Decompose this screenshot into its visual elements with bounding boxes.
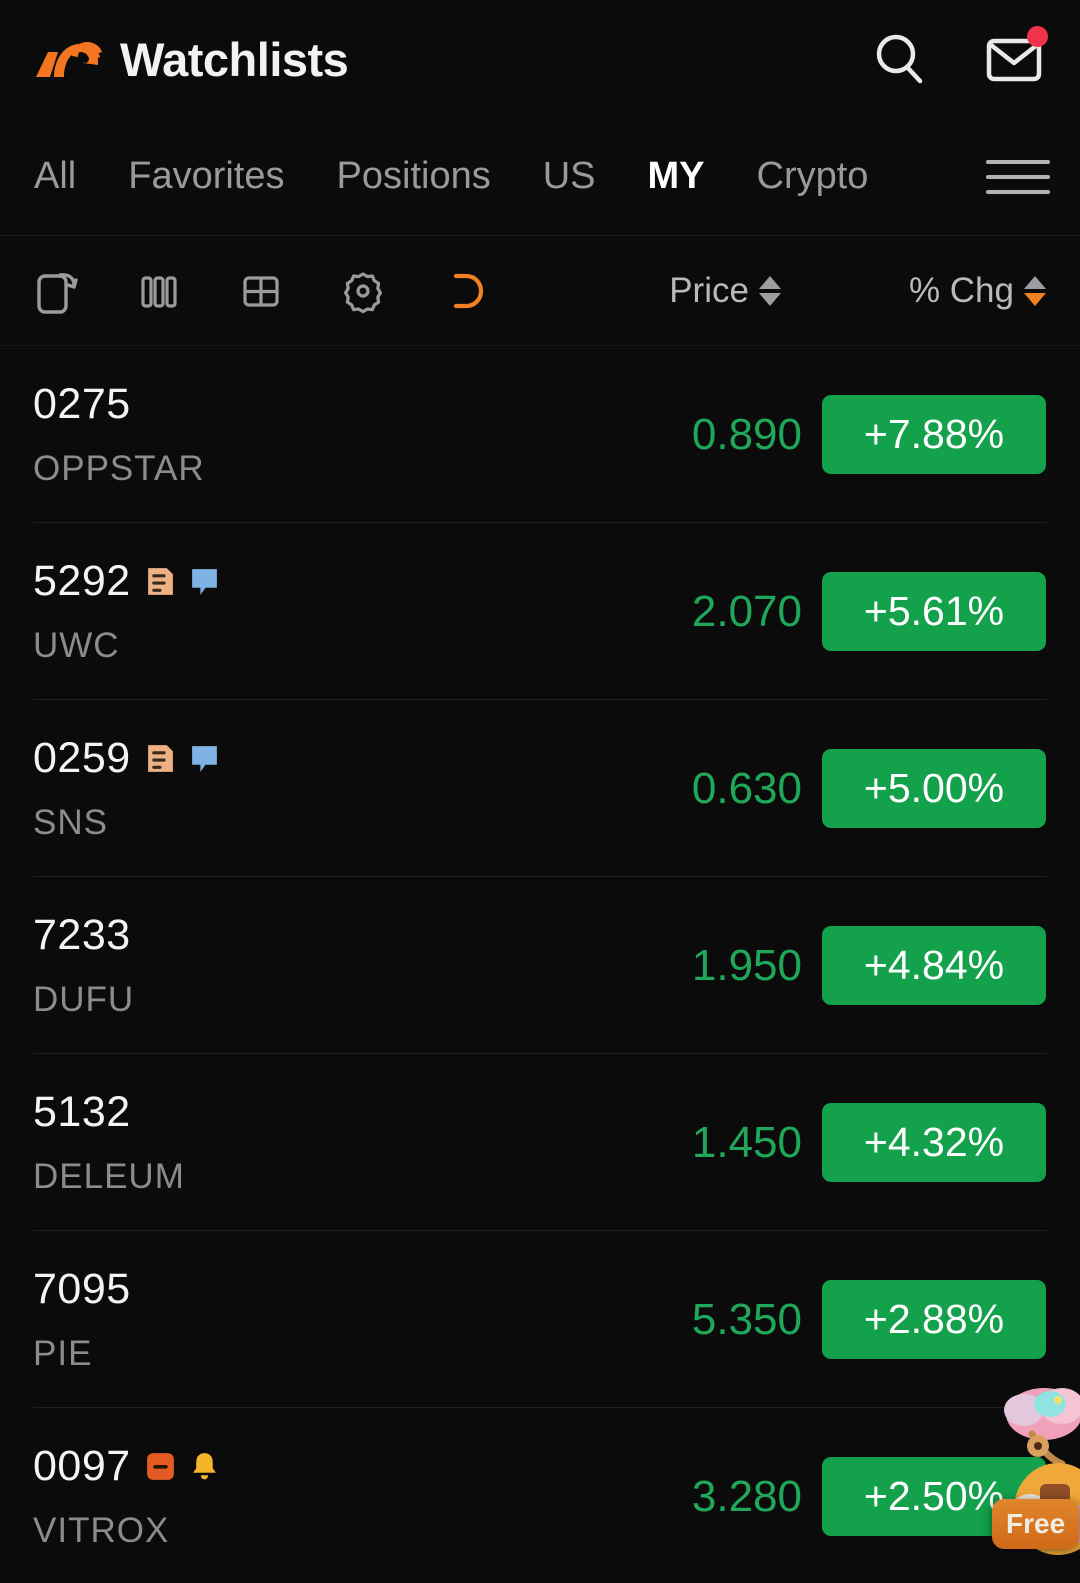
symbol-badges — [144, 742, 221, 775]
symbol-code: 0259 — [33, 734, 131, 782]
undo-refresh-icon[interactable] — [438, 264, 492, 318]
tab-label: US — [542, 155, 596, 197]
quote-cell: 2.070 +5.61% — [642, 572, 1046, 651]
sort-pct-chg[interactable]: % Chg — [909, 271, 1046, 311]
tab-label: Positions — [336, 155, 491, 197]
speech-bubble-icon — [191, 746, 217, 772]
tab-label: Favorites — [128, 155, 285, 197]
symbol-cell: 0275 OPPSTAR — [33, 380, 205, 489]
sort-arrows-icon — [758, 275, 781, 306]
quote-cell: 1.450 +4.32% — [642, 1103, 1046, 1182]
header-actions — [868, 26, 1048, 91]
percent-change-badge: +2.88% — [822, 1280, 1046, 1359]
moomoo-bull-logo — [28, 27, 106, 91]
list-toolbar: Price % Chg — [0, 236, 1080, 346]
symbol-cell: 0097 VITROX — [33, 1442, 221, 1551]
tab-label: MY — [647, 155, 705, 197]
sort-price[interactable]: Price — [669, 271, 781, 311]
speech-bubble-icon — [191, 569, 217, 595]
rotate-screen-icon[interactable] — [30, 264, 84, 318]
table-row[interactable]: 5292 UWC 2.070 +5.61% — [0, 523, 1080, 700]
symbol-badges — [144, 565, 221, 598]
price-value: 3.280 — [691, 1471, 802, 1521]
symbol-cell: 0259 SNS — [33, 734, 221, 843]
table-row[interactable]: 0097 VITROX 3.280 +2.50% — [0, 1408, 1080, 1583]
quote-cell: 3.280 +2.50% — [642, 1457, 1046, 1536]
symbol-name: DELEUM — [33, 1157, 185, 1196]
mail-unread-badge — [1027, 26, 1048, 47]
table-row[interactable]: 0275 OPPSTAR 0.890 +7.88% — [0, 346, 1080, 523]
percent-change-badge: +2.50% — [822, 1457, 1046, 1536]
price-value: 1.450 — [691, 1117, 802, 1167]
price-value: 2.070 — [691, 586, 802, 636]
page-title: Watchlists — [120, 32, 349, 86]
symbol-code: 0275 — [33, 380, 131, 428]
sort-arrows-icon — [1024, 275, 1046, 306]
symbol-code: 7095 — [33, 1265, 131, 1313]
tab-us[interactable]: US — [517, 118, 622, 235]
tab-crypto[interactable]: Crypto — [731, 118, 895, 235]
note-icon — [147, 745, 173, 772]
symbol-cell: 5132 DELEUM — [33, 1088, 185, 1197]
quote-cell: 5.350 +2.88% — [642, 1280, 1046, 1359]
mail-icon[interactable] — [982, 26, 1048, 91]
symbol-badges — [144, 1450, 221, 1483]
tab-label: Crypto — [756, 155, 869, 197]
settings-gear-icon[interactable] — [336, 264, 390, 318]
table-row[interactable]: 5132 DELEUM 1.450 +4.32% — [0, 1054, 1080, 1231]
symbol-cell: 5292 UWC — [33, 557, 221, 666]
symbol-name: SNS — [33, 803, 108, 842]
sort-price-label: Price — [669, 270, 749, 310]
quote-cell: 1.950 +4.84% — [642, 926, 1046, 1005]
symbol-code: 7233 — [33, 911, 131, 959]
watchlists-screen: Watchlists All Favorites Positions US MY… — [0, 0, 1080, 1583]
tab-all[interactable]: All — [30, 118, 102, 235]
price-value: 0.890 — [691, 409, 802, 459]
percent-change-badge: +4.32% — [822, 1103, 1046, 1182]
price-value: 5.350 — [691, 1294, 802, 1344]
symbol-cell: 7233 DUFU — [33, 911, 134, 1020]
tab-my[interactable]: MY — [622, 118, 731, 235]
quote-cell: 0.890 +7.88% — [642, 395, 1046, 474]
table-row[interactable]: 7233 DUFU 1.950 +4.84% — [0, 877, 1080, 1054]
search-icon[interactable] — [868, 27, 932, 91]
note-icon — [147, 568, 173, 595]
symbol-code: 5292 — [33, 557, 131, 605]
hamburger-menu-icon[interactable] — [986, 145, 1050, 209]
symbol-name: UWC — [33, 626, 120, 665]
grid-view-icon[interactable] — [234, 264, 288, 318]
tab-favorites[interactable]: Favorites — [102, 118, 310, 235]
sort-controls: Price % Chg — [669, 271, 1046, 311]
tab-label: All — [34, 155, 77, 197]
symbol-name: DUFU — [33, 980, 135, 1019]
percent-change-badge: +7.88% — [822, 395, 1046, 474]
symbol-name: OPPSTAR — [33, 449, 205, 488]
table-row[interactable]: 7095 PIE 5.350 +2.88% — [0, 1231, 1080, 1408]
symbol-cell: 7095 PIE — [33, 1265, 131, 1374]
symbol-code: 5132 — [33, 1088, 131, 1136]
table-row[interactable]: 0259 SNS 0.630 +5.00% — [0, 700, 1080, 877]
percent-change-badge: +5.61% — [822, 572, 1046, 651]
minus-square-icon — [146, 1453, 174, 1480]
toolbar-icons — [30, 264, 492, 318]
columns-view-icon[interactable] — [132, 264, 186, 318]
bell-icon — [192, 1453, 216, 1480]
watchlist-table: 0275 OPPSTAR 0.890 +7.88% 5292 UWC 2.070… — [0, 346, 1080, 1583]
sort-pct-label: % Chg — [908, 270, 1014, 310]
price-value: 0.630 — [691, 763, 802, 813]
quote-cell: 0.630 +5.00% — [642, 749, 1046, 828]
tab-positions[interactable]: Positions — [311, 118, 517, 235]
symbol-name: PIE — [33, 1334, 93, 1373]
percent-change-badge: +4.84% — [822, 926, 1046, 1005]
symbol-name: VITROX — [33, 1511, 170, 1550]
percent-change-badge: +5.00% — [822, 749, 1046, 828]
app-header: Watchlists — [0, 0, 1080, 118]
price-value: 1.950 — [691, 940, 802, 990]
symbol-code: 0097 — [33, 1442, 131, 1490]
watchlist-tabs: All Favorites Positions US MY Crypto — [0, 118, 1080, 236]
